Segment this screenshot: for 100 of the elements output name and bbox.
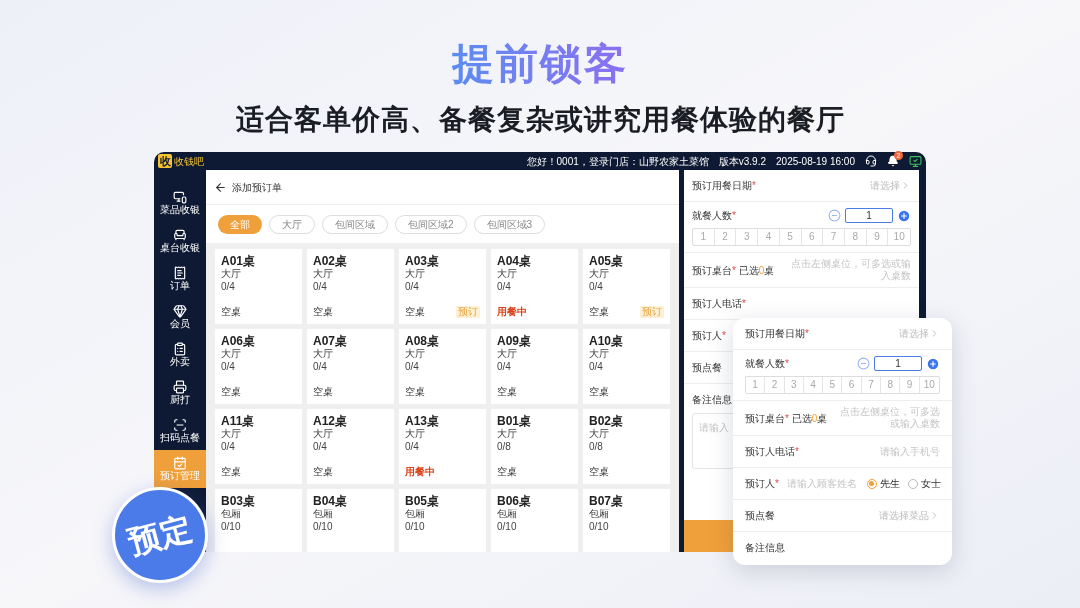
table-name: B06桌 xyxy=(497,494,532,508)
table-card[interactable]: B05桌 包厢 0/10 xyxy=(399,489,486,552)
reserve-badge: 预定 xyxy=(112,487,208,583)
table-area: 大厅 xyxy=(313,428,388,440)
table-card[interactable]: B07桌 包厢 0/10 xyxy=(583,489,670,552)
table-status: 空桌 xyxy=(221,465,241,479)
count-field[interactable]: 1 xyxy=(874,356,922,371)
table-name: B05桌 xyxy=(405,494,440,508)
table-area: 包厢 xyxy=(221,508,296,520)
table-name: B07桌 xyxy=(589,494,624,508)
table-seats: 0/10 xyxy=(497,520,572,534)
reserved-tag: 预订 xyxy=(640,305,664,318)
table-name: A06桌 xyxy=(221,334,256,348)
plus-icon[interactable] xyxy=(897,208,911,223)
table-name: A12桌 xyxy=(313,414,348,428)
table-card[interactable]: A09桌 大厅 0/4 空桌 xyxy=(491,329,578,404)
table-card[interactable]: A13桌 大厅 0/4 用餐中 xyxy=(399,409,486,484)
table-area: 大厅 xyxy=(313,268,388,280)
table-seats: 0/4 xyxy=(221,280,296,294)
page-title: 添加预订单 xyxy=(232,180,282,195)
table-area: 包厢 xyxy=(497,508,572,520)
table-card[interactable]: A02桌 大厅 0/4 空桌 xyxy=(307,249,394,324)
table-seats: 0/10 xyxy=(589,520,664,534)
table-name: A13桌 xyxy=(405,414,440,428)
sidebar-item[interactable]: 厨打 xyxy=(154,374,206,412)
table-card[interactable]: A11桌 大厅 0/4 空桌 xyxy=(215,409,302,484)
sidebar-item[interactable]: 订单 xyxy=(154,260,206,298)
table-seats: 0/10 xyxy=(313,520,388,534)
table-card[interactable]: A07桌 大厅 0/4 空桌 xyxy=(307,329,394,404)
table-area: 大厅 xyxy=(405,348,480,360)
table-name: A04桌 xyxy=(497,254,532,268)
field-label: 预点餐 xyxy=(692,361,722,375)
monitor-icon[interactable] xyxy=(909,154,922,168)
table-seats: 0/4 xyxy=(313,360,388,374)
table-card[interactable]: A10桌 大厅 0/4 空桌 xyxy=(583,329,670,404)
table-status: 用餐中 xyxy=(405,465,435,479)
table-name: B02桌 xyxy=(589,414,624,428)
chair-icon xyxy=(173,228,187,242)
sidebar-item[interactable]: 桌台收银 xyxy=(154,222,206,260)
table-area: 大厅 xyxy=(589,268,664,280)
radio-label: 女士 xyxy=(920,477,941,491)
table-name: A07桌 xyxy=(313,334,348,348)
field-label: 预订桌台* 已选0桌 xyxy=(692,263,775,278)
table-card[interactable]: B02桌 大厅 0/8 空桌 xyxy=(583,409,670,484)
sidebar-item[interactable]: 菜品收银 xyxy=(154,184,206,222)
date-time: 2025-08-19 16:00 xyxy=(776,154,855,169)
table-name: A11桌 xyxy=(221,414,256,428)
table-area: 大厅 xyxy=(221,268,296,280)
back-icon[interactable] xyxy=(214,180,227,194)
table-name: A10桌 xyxy=(589,334,624,348)
field-label: 预订人* xyxy=(692,329,726,343)
table-area: 大厅 xyxy=(221,428,296,440)
table-area: 大厅 xyxy=(497,348,572,360)
table-area: 大厅 xyxy=(405,428,480,440)
sidebar-item[interactable]: 会员 xyxy=(154,298,206,336)
sidebar-item[interactable]: 扫码点餐 xyxy=(154,412,206,450)
field-label: 就餐人数* xyxy=(692,209,736,223)
field-label: 备注信息 xyxy=(745,541,785,555)
table-card[interactable]: A04桌 大厅 0/4 用餐中 xyxy=(491,249,578,324)
table-area: 大厅 xyxy=(589,348,664,360)
table-name: A03桌 xyxy=(405,254,440,268)
table-area: 大厅 xyxy=(497,428,572,440)
table-card[interactable]: A06桌 大厅 0/4 空桌 xyxy=(215,329,302,404)
table-name: B01桌 xyxy=(497,414,532,428)
table-seats: 0/4 xyxy=(221,440,296,454)
table-card[interactable]: B06桌 包厢 0/10 xyxy=(491,489,578,552)
table-card[interactable]: B04桌 包厢 0/10 xyxy=(307,489,394,552)
hero-subtitle: 适合客单价高、备餐复杂或讲究用餐体验的餐厅 xyxy=(235,103,845,137)
table-card[interactable]: B03桌 包厢 0/10 xyxy=(215,489,302,552)
table-name: A02桌 xyxy=(313,254,348,268)
count-field[interactable]: 1 xyxy=(845,208,893,223)
notification-icon[interactable] xyxy=(887,155,899,167)
table-seats: 0/10 xyxy=(221,520,296,534)
table-seats: 0/8 xyxy=(589,440,664,454)
table-status: 空桌 xyxy=(405,305,425,319)
plus-icon[interactable] xyxy=(926,356,940,371)
scan-icon xyxy=(173,418,187,432)
field-label: 预订人* xyxy=(745,477,779,491)
table-status: 空桌 xyxy=(313,465,333,479)
table-seats: 0/10 xyxy=(405,520,480,534)
table-area: 大厅 xyxy=(589,428,664,440)
table-card[interactable]: A03桌 大厅 0/4 空桌 预订 xyxy=(399,249,486,324)
logo-text: 收钱吧 xyxy=(174,154,204,169)
support-icon[interactable] xyxy=(865,155,877,167)
table-seats: 0/4 xyxy=(313,280,388,294)
table-card[interactable]: A08桌 大厅 0/4 空桌 xyxy=(399,329,486,404)
table-seats: 0/4 xyxy=(497,360,572,374)
table-card[interactable]: B01桌 大厅 0/8 空桌 xyxy=(491,409,578,484)
table-name: A08桌 xyxy=(405,334,440,348)
receipt-icon xyxy=(173,266,187,280)
calendar-icon xyxy=(173,456,187,470)
field-label: 预订用餐日期* xyxy=(745,327,809,341)
table-area: 大厅 xyxy=(313,348,388,360)
diamond-icon xyxy=(173,304,187,318)
table-card[interactable]: A05桌 大厅 0/4 空桌 预订 xyxy=(583,249,670,324)
table-card[interactable]: A12桌 大厅 0/4 空桌 xyxy=(307,409,394,484)
table-card[interactable]: A01桌 大厅 0/4 空桌 xyxy=(215,249,302,324)
table-seats: 0/4 xyxy=(313,440,388,454)
reserved-tag: 预订 xyxy=(456,305,480,318)
sidebar-item[interactable]: 外卖 xyxy=(154,336,206,374)
